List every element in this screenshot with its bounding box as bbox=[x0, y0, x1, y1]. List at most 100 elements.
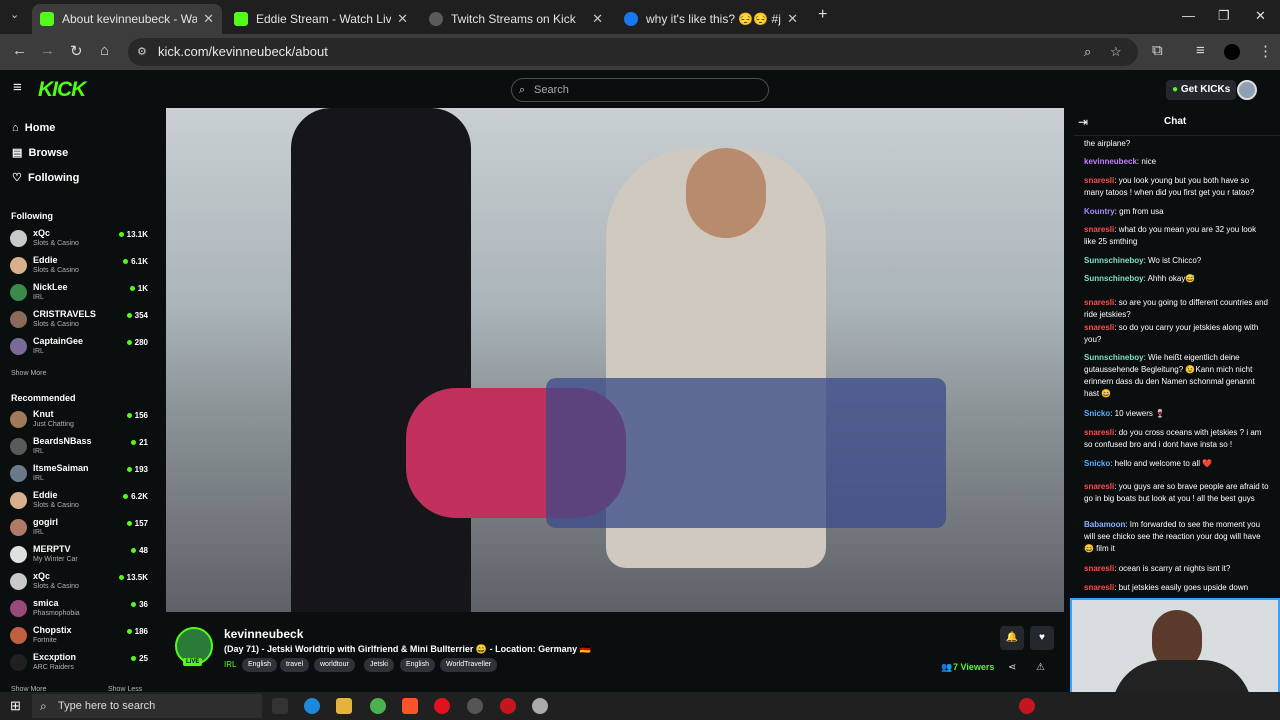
sidebar-channel-item[interactable]: xQc Slots & Casino 13.1K bbox=[10, 227, 148, 253]
app-icon[interactable] bbox=[532, 698, 548, 714]
stream-category[interactable]: IRL bbox=[224, 660, 236, 669]
close-window-icon[interactable]: ✕ bbox=[1255, 8, 1266, 24]
show-more-link[interactable]: Show More bbox=[11, 370, 46, 377]
windows-start-icon[interactable]: ⊞ bbox=[10, 698, 21, 714]
file-explorer-icon[interactable] bbox=[336, 698, 352, 714]
search-input[interactable]: ⌕ Search bbox=[511, 78, 769, 102]
new-tab-button[interactable]: + bbox=[818, 6, 827, 24]
video-player[interactable] bbox=[166, 108, 1064, 612]
chat-text: : hello and welcome to all ❤️ bbox=[1110, 459, 1213, 468]
back-arrow-icon[interactable]: ← bbox=[12, 42, 27, 59]
stream-tag[interactable]: travel bbox=[280, 658, 310, 672]
recommended-heading: Recommended bbox=[11, 393, 76, 403]
brave-icon[interactable] bbox=[402, 698, 418, 714]
chat-username[interactable]: snaresli bbox=[1084, 583, 1114, 592]
stream-tag[interactable]: WorldTraveller bbox=[440, 658, 498, 672]
menu-dots-icon[interactable]: ⋮ bbox=[1258, 42, 1273, 60]
notification-bell-button[interactable]: 🔔 bbox=[1000, 626, 1024, 650]
taskbar-search-input[interactable]: ⌕ Type here to search bbox=[32, 694, 262, 718]
channel-avatar bbox=[10, 600, 27, 617]
tab-search-icon[interactable]: ⌄ bbox=[10, 8, 19, 21]
tray-app-icon[interactable] bbox=[1019, 698, 1035, 714]
chat-username[interactable]: snaresli bbox=[1084, 298, 1114, 307]
follow-heart-button[interactable]: ♥ bbox=[1030, 626, 1054, 650]
task-view-icon[interactable] bbox=[272, 698, 288, 714]
sidebar-channel-item[interactable]: NickLee IRL 1K bbox=[10, 281, 148, 307]
forward-arrow-icon[interactable]: → bbox=[40, 42, 55, 59]
close-tab-icon[interactable]: ✕ bbox=[787, 11, 798, 27]
site-info-icon[interactable]: ⚙ bbox=[137, 38, 147, 66]
stream-tag[interactable]: English bbox=[242, 658, 277, 672]
sidebar-channel-item[interactable]: MERPTV My Winter Car 48 bbox=[10, 543, 148, 569]
sidebar-item-browse[interactable]: ▤ Browse bbox=[12, 146, 68, 159]
chat-username[interactable]: Sunnschineboy bbox=[1084, 353, 1144, 362]
sidebar-item-following[interactable]: ♡ Following bbox=[12, 171, 79, 184]
bookmark-star-icon[interactable]: ☆ bbox=[1110, 38, 1122, 66]
obs-icon[interactable] bbox=[467, 698, 483, 714]
maximize-icon[interactable]: ❐ bbox=[1218, 8, 1230, 24]
channel-viewer-count: 48 bbox=[131, 546, 148, 555]
get-kicks-button[interactable]: ● Get KICKs bbox=[1166, 80, 1237, 100]
chat-username[interactable]: Babamoon bbox=[1084, 520, 1125, 529]
chat-username[interactable]: Sunnschineboy bbox=[1084, 274, 1144, 283]
sidebar-channel-item[interactable]: CRISTRAVELS Slots & Casino 354 bbox=[10, 308, 148, 334]
stream-tag[interactable]: worldtour bbox=[314, 658, 355, 672]
hamburger-menu-icon[interactable]: ≡ bbox=[13, 79, 22, 96]
sidebar-channel-item[interactable]: xQc Slots & Casino 13.5K bbox=[10, 570, 148, 596]
close-tab-icon[interactable]: ✕ bbox=[397, 11, 408, 27]
sidebar-channel-item[interactable]: CaptainGee IRL 280 bbox=[10, 335, 148, 361]
chat-username[interactable]: snaresli bbox=[1084, 176, 1114, 185]
stream-tag[interactable]: Jetski bbox=[364, 658, 394, 672]
reload-icon[interactable]: ↻ bbox=[70, 42, 83, 60]
url-input[interactable]: ⚙ kick.com/kevinneubeck/about ⌕ ☆ bbox=[128, 38, 1138, 66]
close-tab-icon[interactable]: ✕ bbox=[203, 11, 214, 27]
share-icon[interactable]: ⋖ bbox=[1008, 662, 1016, 673]
sidebar-channel-item[interactable]: smica Phasmophobia 36 bbox=[10, 597, 148, 623]
chat-username[interactable]: snaresli bbox=[1084, 225, 1114, 234]
chat-username[interactable]: Sunnschineboy bbox=[1084, 256, 1144, 265]
edge-icon[interactable] bbox=[304, 698, 320, 714]
sidebar-channel-item[interactable]: gogirl IRL 157 bbox=[10, 516, 148, 542]
sidebar-channel-item[interactable]: Eddie Slots & Casino 6.2K bbox=[10, 489, 148, 515]
chat-username[interactable]: kevinneubeck bbox=[1084, 157, 1137, 166]
chat-username[interactable]: Snicko bbox=[1084, 459, 1110, 468]
sidebar-item-home[interactable]: ⌂ Home bbox=[12, 122, 55, 134]
sidebar-channel-item[interactable]: ItsmeSaiman IRL 193 bbox=[10, 462, 148, 488]
sidebar-channel-item[interactable]: Chopstix Fortnite 186 bbox=[10, 624, 148, 650]
chat-username[interactable]: snaresli bbox=[1084, 482, 1114, 491]
browser-tab[interactable]: why it's like this? 😔😔 #jetski #bala ✕ bbox=[616, 4, 806, 34]
sidebar-channel-item[interactable]: BeardsNBass IRL 21 bbox=[10, 435, 148, 461]
browser-tab[interactable]: About kevinneubeck - Watch Live on Kick … bbox=[32, 4, 222, 34]
chrome-icon[interactable] bbox=[370, 698, 386, 714]
stream-tag[interactable]: English bbox=[400, 658, 435, 672]
home-icon[interactable]: ⌂ bbox=[100, 42, 109, 59]
chat-username[interactable]: Snicko bbox=[1084, 409, 1110, 418]
channel-category: IRL bbox=[33, 475, 44, 482]
close-tab-icon[interactable]: ✕ bbox=[592, 11, 603, 27]
opera-gx-icon[interactable] bbox=[500, 698, 516, 714]
chat-username[interactable]: snaresli bbox=[1084, 564, 1114, 573]
chat-username[interactable]: snaresli bbox=[1084, 428, 1114, 437]
kick-logo[interactable]: KICK bbox=[38, 78, 86, 102]
channel-name: xQc bbox=[33, 228, 51, 238]
collapse-chat-icon[interactable]: ⇥ bbox=[1078, 115, 1088, 129]
chat-message: snaresli: you guys are so brave people a… bbox=[1084, 481, 1270, 505]
profile-avatar[interactable] bbox=[1224, 44, 1240, 60]
extensions-icon[interactable]: ⧉ bbox=[1152, 42, 1163, 59]
chat-message: snaresli: so are you going to different … bbox=[1084, 297, 1270, 321]
chat-username[interactable]: Kountry bbox=[1084, 207, 1115, 216]
streamer-name[interactable]: kevinneubeck bbox=[224, 627, 303, 641]
report-warning-icon[interactable]: ⚠ bbox=[1036, 662, 1045, 673]
zoom-search-icon[interactable]: ⌕ bbox=[1084, 38, 1091, 66]
sidebar-channel-item[interactable]: Eddie Slots & Casino 6.1K bbox=[10, 254, 148, 280]
browser-tab[interactable]: Twitch Streams on Kick ✕ bbox=[421, 4, 611, 34]
sidebar-channel-item[interactable]: Knut Just Chatting 156 bbox=[10, 408, 148, 434]
browser-tab[interactable]: Eddie Stream - Watch Live on Kick ✕ bbox=[226, 4, 416, 34]
chat-message: the airplane? bbox=[1084, 138, 1270, 150]
minimize-icon[interactable]: — bbox=[1182, 8, 1195, 23]
user-avatar[interactable] bbox=[1237, 80, 1257, 100]
chat-username[interactable]: snaresli bbox=[1084, 323, 1114, 332]
media-control-icon[interactable]: ≡ bbox=[1196, 42, 1205, 59]
sidebar-channel-item[interactable]: Excxption ARC Raiders 25 bbox=[10, 651, 148, 677]
opera-icon[interactable] bbox=[434, 698, 450, 714]
